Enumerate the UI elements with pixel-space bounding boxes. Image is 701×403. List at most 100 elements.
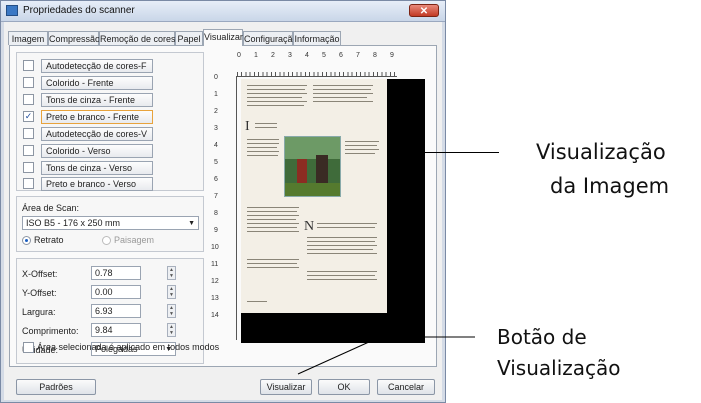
ruler-top-label: 4 bbox=[305, 52, 309, 59]
page-text-line bbox=[307, 245, 377, 246]
image-type-button[interactable]: Tons de cinza - Verso bbox=[41, 161, 153, 175]
preview-button-annotation: Visualização bbox=[497, 356, 621, 380]
ruler-left-label: 7 bbox=[214, 193, 218, 200]
ruler-left-label: 8 bbox=[214, 210, 218, 217]
page-text-line bbox=[247, 267, 299, 268]
y-offset-spinner[interactable]: ▲ ▼ bbox=[167, 285, 176, 299]
page-text-line bbox=[307, 253, 377, 254]
ruler-left-label: 9 bbox=[214, 227, 218, 234]
image-type-checkbox[interactable] bbox=[23, 77, 34, 88]
page-text-line bbox=[307, 275, 375, 276]
ok-button[interactable]: OK bbox=[318, 379, 370, 395]
photo-figure bbox=[297, 159, 307, 185]
ruler-left-label: 3 bbox=[214, 125, 218, 132]
photo-background bbox=[285, 137, 340, 159]
page-text-line bbox=[247, 263, 297, 264]
ruler-left-label: 6 bbox=[214, 176, 218, 183]
page-text-line bbox=[345, 141, 379, 142]
page-text-line bbox=[247, 155, 278, 156]
scan-area-value: ISO B5 - 176 x 250 mm bbox=[26, 218, 121, 228]
length-input[interactable]: 9.84 bbox=[91, 323, 141, 337]
image-type-button[interactable]: Tons de cinza - Frente bbox=[41, 93, 153, 107]
image-type-checkbox[interactable] bbox=[23, 162, 34, 173]
image-type-checkbox[interactable] bbox=[23, 94, 34, 105]
ruler-left-label: 5 bbox=[214, 159, 218, 166]
tab-informacao[interactable]: Informação bbox=[293, 31, 341, 45]
landscape-radio[interactable] bbox=[102, 236, 111, 245]
image-type-checkbox-checked[interactable]: ✓ bbox=[23, 111, 34, 122]
tab-configuracao[interactable]: Configuração bbox=[243, 31, 298, 45]
page-photo bbox=[284, 136, 341, 197]
page-text-line bbox=[247, 231, 299, 232]
ruler-left-label: 11 bbox=[211, 261, 219, 268]
page-text-line bbox=[247, 223, 299, 224]
image-preview-pane[interactable]: 0 1 2 3 4 5 6 7 8 9 0 1 2 3 4 5 6 7 8 9 … bbox=[210, 52, 432, 352]
ruler-top bbox=[237, 64, 397, 77]
x-offset-input[interactable]: 0.78 bbox=[91, 266, 141, 280]
image-type-button[interactable]: Preto e branco - Verso bbox=[41, 177, 153, 191]
page-text-line bbox=[247, 139, 279, 140]
width-input[interactable]: 6.93 bbox=[91, 304, 141, 318]
page-text-line bbox=[313, 89, 371, 90]
page-text-line bbox=[307, 271, 377, 272]
image-type-checkbox[interactable] bbox=[23, 60, 34, 71]
apply-all-checkbox[interactable] bbox=[23, 342, 34, 353]
ruler-left-label: 0 bbox=[214, 74, 218, 81]
ruler-top-label: 6 bbox=[339, 52, 343, 59]
page-text-line bbox=[345, 145, 377, 146]
image-type-checkbox[interactable] bbox=[23, 145, 34, 156]
page-text-line bbox=[307, 249, 373, 250]
ruler-top-label: 1 bbox=[254, 52, 258, 59]
image-type-button[interactable]: Autodetecção de cores-V bbox=[41, 127, 153, 141]
x-offset-spinner[interactable]: ▲ ▼ bbox=[167, 266, 176, 280]
page-text-line bbox=[307, 279, 377, 280]
page-dropcap: N bbox=[304, 219, 315, 234]
tab-visualizar[interactable]: Visualizar bbox=[203, 29, 243, 46]
page-text-line bbox=[313, 85, 373, 86]
page-text-line bbox=[313, 101, 373, 102]
page-text-line bbox=[307, 237, 377, 238]
length-label: Comprimento: bbox=[22, 326, 79, 336]
image-type-checkbox[interactable] bbox=[23, 178, 34, 189]
y-offset-input[interactable]: 0.00 bbox=[91, 285, 141, 299]
tab-papel[interactable]: Papel bbox=[175, 31, 203, 45]
portrait-radio[interactable] bbox=[22, 236, 31, 245]
page-text-line bbox=[247, 259, 299, 260]
close-button[interactable]: ✕ bbox=[409, 4, 439, 17]
defaults-button[interactable]: Padrões bbox=[16, 379, 96, 395]
image-type-checkbox[interactable] bbox=[23, 128, 34, 139]
image-type-button[interactable]: Colorido - Frente bbox=[41, 76, 153, 90]
width-label: Largura: bbox=[22, 307, 56, 317]
title-bar[interactable]: Propriedades do scanner ✕ bbox=[1, 1, 445, 22]
ruler-left-label: 2 bbox=[214, 108, 218, 115]
page-text-line bbox=[317, 227, 375, 228]
scanned-page-image: I N bbox=[241, 79, 387, 313]
ruler-left-label: 4 bbox=[214, 142, 218, 149]
page-text-line bbox=[307, 241, 375, 242]
preview-button[interactable]: Visualizar bbox=[260, 379, 312, 395]
x-offset-label: X-Offset: bbox=[22, 269, 58, 279]
page-text-line bbox=[255, 127, 277, 128]
page-text-line bbox=[247, 147, 277, 148]
page-dropcap: I bbox=[245, 119, 250, 134]
length-spinner[interactable]: ▲ ▼ bbox=[167, 323, 176, 337]
ruler-left-label: 10 bbox=[211, 244, 219, 251]
image-type-button[interactable]: Autodetecção de cores-F bbox=[41, 59, 153, 73]
cancel-button[interactable]: Cancelar bbox=[377, 379, 435, 395]
chevron-down-icon: ▼ bbox=[188, 220, 195, 227]
page-text-line bbox=[247, 227, 297, 228]
ruler-left-label: 13 bbox=[211, 295, 219, 302]
width-spinner[interactable]: ▲ ▼ bbox=[167, 304, 176, 318]
ruler-left-label: 14 bbox=[211, 312, 219, 319]
page-text-line bbox=[247, 85, 307, 86]
scan-area-select[interactable]: ISO B5 - 176 x 250 mm ▼ bbox=[22, 216, 199, 230]
page-text-line bbox=[247, 89, 305, 90]
scan-area-group: Área de Scan: ISO B5 - 176 x 250 mm ▼ Re… bbox=[16, 196, 204, 252]
tab-remocao-de-cores[interactable]: Remoção de cores bbox=[99, 31, 176, 45]
image-type-button-selected[interactable]: Preto e branco - Frente bbox=[41, 110, 153, 124]
window-title: Propriedades do scanner bbox=[23, 5, 135, 16]
tab-compressao[interactable]: Compressão bbox=[48, 31, 100, 45]
image-type-button[interactable]: Colorido - Verso bbox=[41, 144, 153, 158]
ruler-top-label: 0 bbox=[237, 52, 241, 59]
tab-imagem[interactable]: Imagem bbox=[8, 31, 48, 45]
